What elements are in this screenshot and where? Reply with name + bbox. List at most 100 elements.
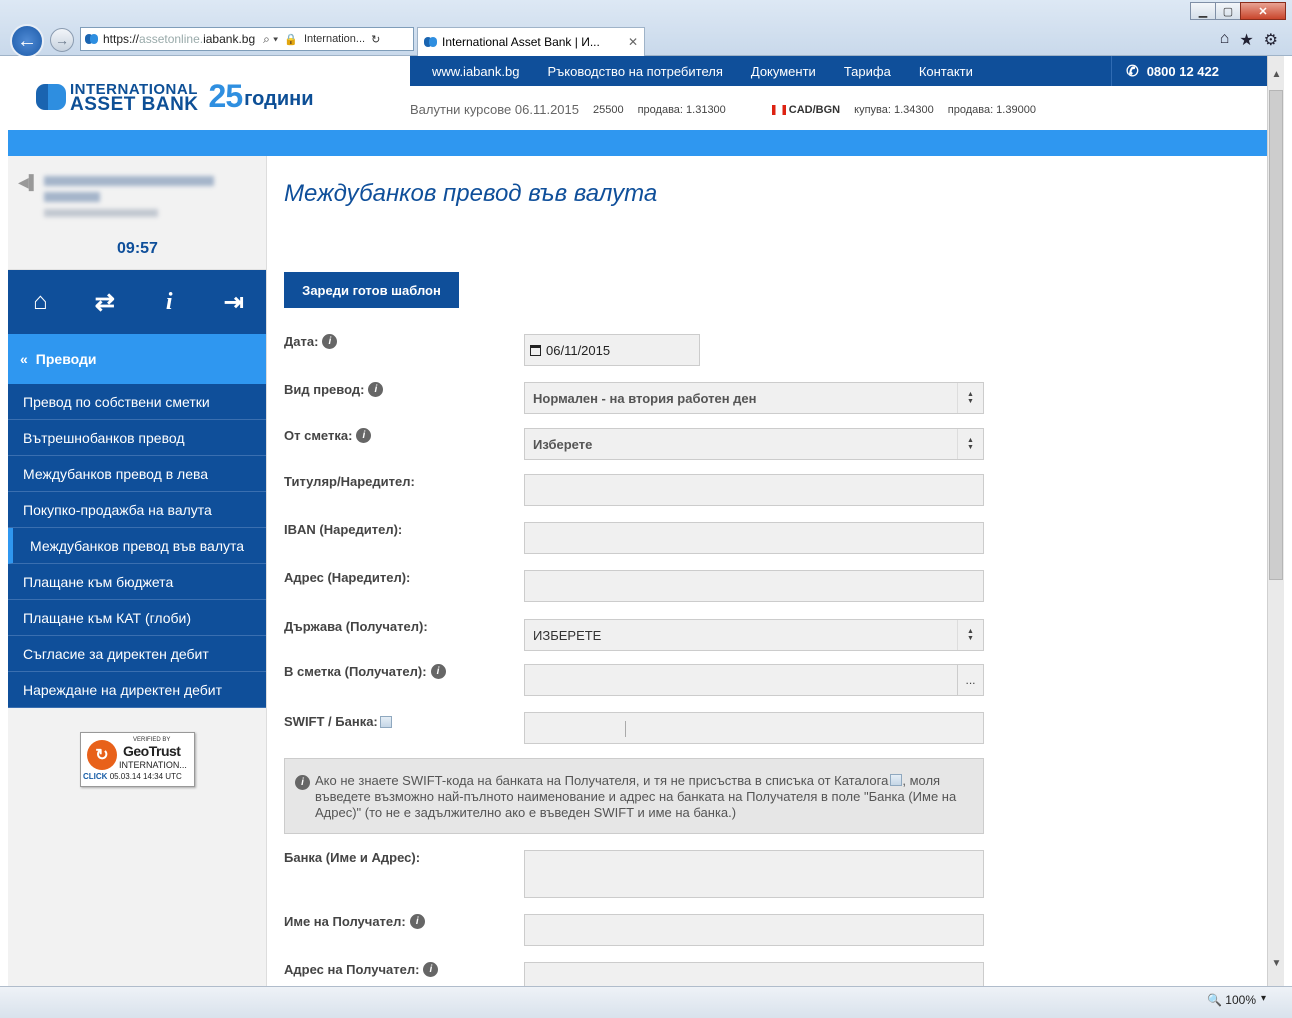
phone-number: ✆ 0800 12 422 — [1111, 56, 1267, 86]
logo-years: години — [244, 88, 314, 110]
status-bar: 🔍 100% ▾ — [0, 986, 1292, 1018]
scroll-up-icon[interactable]: ▲ — [1268, 66, 1285, 83]
bank-logo[interactable]: INTERNATIONAL ASSET BANK 25 години — [36, 78, 314, 115]
nav-link-contacts[interactable]: Контакти — [919, 64, 973, 79]
info-icon[interactable]: i — [149, 289, 189, 316]
sidebar-item-budget-payment[interactable]: Плащане към бюджета — [8, 564, 266, 600]
refresh-transfer-icon[interactable]: ⇄ — [85, 288, 125, 317]
bank-textarea[interactable] — [524, 850, 984, 898]
info-icon[interactable]: i — [430, 664, 446, 679]
favorites-star-icon[interactable]: ★ — [1239, 30, 1253, 50]
sidebar-item-currency-exchange[interactable]: Покупко-продажба на валута — [8, 492, 266, 528]
select-arrows-icon: ▲ ▼ — [957, 620, 983, 650]
date-label: Дата: i — [284, 334, 338, 349]
to-account-label: В сметка (Получател): i — [284, 664, 446, 679]
bank-catalog-icon[interactable] — [379, 715, 392, 728]
section-transfers[interactable]: « Преводи — [8, 334, 266, 384]
bank-catalog-icon[interactable] — [890, 774, 903, 786]
from-account-select[interactable]: Изберете ▲ ▼ — [524, 428, 984, 460]
quick-icons: ⌂ ⇄ i ⇥ — [8, 270, 266, 334]
iban-input[interactable] — [524, 522, 984, 554]
scroll-down-icon[interactable]: ▼ — [1268, 955, 1285, 972]
zoom-level[interactable]: 🔍 100% — [1207, 993, 1256, 1007]
vertical-scrollbar[interactable]: ▲ ▼ — [1267, 56, 1284, 986]
info-icon[interactable]: i — [423, 962, 439, 977]
address-input[interactable] — [524, 570, 984, 602]
url-text: https://assetonline.iabank.bg — [103, 32, 256, 46]
holder-label: Титуляр/Наредител: — [284, 474, 415, 489]
collapse-arrow-icon[interactable]: ◀▌ — [18, 174, 39, 191]
holder-input[interactable] — [524, 474, 984, 506]
transfer-type-label: Вид превод: i — [284, 382, 384, 397]
swift-input[interactable] — [524, 712, 984, 744]
phone-icon: ✆ — [1126, 63, 1139, 80]
country-select[interactable]: ИЗБЕРЕТЕ ▲ ▼ — [524, 619, 984, 651]
home-icon[interactable]: ⌂ — [1220, 30, 1230, 50]
select-arrows-icon: ▲ ▼ — [957, 429, 983, 459]
scroll-thumb[interactable] — [1269, 90, 1283, 580]
maximize-icon[interactable]: ▢ — [1215, 2, 1241, 20]
back-button[interactable]: ← — [10, 24, 44, 58]
sidebar-item-direct-debit-consent[interactable]: Съгласие за директен дебит — [8, 636, 266, 672]
sidebar-item-interbank-bgn[interactable]: Междубанков превод в лева — [8, 456, 266, 492]
user-name-blurred — [44, 176, 214, 186]
lock-icon[interactable]: 🔒 — [284, 33, 298, 46]
sidebar-item-direct-debit-order[interactable]: Нареждане на директен дебит — [8, 672, 266, 708]
info-icon: i — [295, 775, 310, 790]
sidebar-item-interbank-currency[interactable]: Междубанков превод във валута — [8, 528, 266, 564]
tab-title: International Asset Bank | И... — [442, 35, 600, 49]
country-label: Държава (Получател): — [284, 619, 428, 634]
calendar-icon[interactable] — [530, 344, 541, 356]
settings-gear-icon[interactable]: ⚙ — [1264, 30, 1278, 50]
header-accent-bar — [8, 130, 1267, 156]
nav-link-documents[interactable]: Документи — [751, 64, 816, 79]
zoom-dropdown-icon[interactable]: ▾ — [1261, 993, 1266, 1004]
home-icon[interactable]: ⌂ — [20, 288, 60, 316]
nav-link-user-guide[interactable]: Ръководство на потребителя — [547, 64, 722, 79]
tab-favicon-icon — [424, 37, 437, 47]
forward-button[interactable]: → — [50, 28, 74, 52]
sidebar-item-kat-fines[interactable]: Плащане към КАТ (глоби) — [8, 600, 266, 636]
info-icon[interactable]: i — [322, 334, 338, 349]
geotrust-badge[interactable]: VERIFIED BY ↻ GeoTrust INTERNATION... CL… — [80, 732, 195, 787]
browse-button[interactable]: ... — [957, 665, 983, 695]
info-icon[interactable]: i — [368, 382, 384, 397]
site-favicon-icon — [85, 34, 98, 44]
recipient-address-input[interactable] — [524, 962, 984, 986]
recipient-name-input[interactable] — [524, 914, 984, 946]
recipient-name-label: Име на Получател: i — [284, 914, 425, 929]
info-icon[interactable]: i — [356, 428, 372, 443]
load-template-button[interactable]: Зареди готов шаблон — [284, 272, 459, 308]
to-account-input[interactable]: ... — [524, 664, 984, 696]
refresh-icon[interactable]: ↻ — [371, 33, 380, 46]
site-identity-label[interactable]: Internation... — [304, 33, 365, 45]
sidebar-item-intrabank[interactable]: Вътрешнобанков превод — [8, 420, 266, 456]
address-label: Адрес (Наредител): — [284, 570, 411, 585]
logo-mark-icon — [36, 82, 66, 112]
sidebar: ◀▌ 09:57 ⌂ ⇄ i ⇥ « Преводи Превод по соб… — [8, 156, 267, 986]
double-chevron-left-icon: « — [20, 351, 28, 367]
nav-link-website[interactable]: www.iabank.bg — [432, 64, 519, 79]
rate-sell-2: продава: 1.39000 — [947, 103, 1036, 116]
address-bar[interactable]: https://assetonline.iabank.bg ⌕ ▾ 🔒 Inte… — [80, 27, 414, 51]
sidebar-item-own-accounts[interactable]: Превод по собствени сметки — [8, 384, 266, 420]
recipient-address-label: Адрес на Получател: i — [284, 962, 439, 977]
nav-link-tariff[interactable]: Тарифа — [844, 64, 891, 79]
rate-sell-1: продава: 1.31300 — [637, 103, 726, 116]
top-navigation: www.iabank.bg Ръководство на потребителя… — [410, 56, 1267, 86]
geotrust-logo-icon: ↻ — [87, 740, 117, 770]
transfer-type-select[interactable]: Нормален - на втория работен ден ▲ ▼ — [524, 382, 984, 414]
info-icon[interactable]: i — [409, 914, 425, 929]
search-icon[interactable]: ⌕ ▾ — [263, 32, 278, 47]
date-field[interactable]: 06/11/2015 — [524, 334, 700, 366]
from-account-label: От сметка: i — [284, 428, 372, 443]
swift-notice: i Ако не знаете SWIFT-кода на банката на… — [284, 758, 984, 834]
web-page: INTERNATIONAL ASSET BANK 25 години www.i… — [8, 56, 1267, 986]
rate-code: 25500 — [593, 103, 624, 116]
minimize-icon[interactable]: ▁ — [1190, 2, 1216, 20]
tab-close-icon[interactable]: ✕ — [628, 35, 638, 49]
close-window-icon[interactable]: ✕ — [1240, 2, 1286, 20]
window-controls: ▁ ▢ ✕ — [1190, 2, 1286, 20]
logout-icon[interactable]: ⇥ — [214, 288, 254, 317]
browser-tab[interactable]: International Asset Bank | И... ✕ — [417, 27, 645, 56]
